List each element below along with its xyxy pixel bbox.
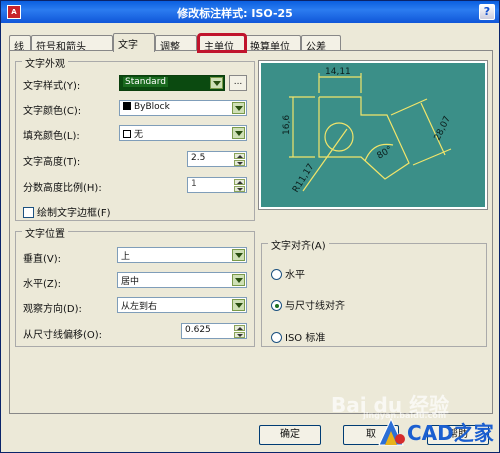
- text-appearance-legend: 文字外观: [22, 55, 68, 70]
- text-height-label: 文字高度(T):: [23, 157, 81, 168]
- text-alignment-legend: 文字对齐(A): [268, 237, 329, 252]
- text-color-label: 文字颜色(C):: [23, 106, 82, 117]
- empty-swatch-icon: [123, 130, 131, 138]
- offset-spinner[interactable]: 0.625: [181, 323, 247, 339]
- dim-top-text: 14,11: [325, 67, 351, 77]
- view-direction-select[interactable]: 从左到右: [117, 297, 247, 313]
- vertical-select[interactable]: 上: [117, 247, 247, 263]
- part-outline: [318, 96, 410, 180]
- fill-color-select[interactable]: 无: [119, 125, 247, 141]
- fill-color-label: 填充颜色(L):: [23, 131, 80, 142]
- horizontal-value: 居中: [121, 277, 140, 287]
- offset-value: 0.625: [185, 325, 211, 335]
- chevron-down-icon: [232, 127, 245, 139]
- align-horizontal-label: 水平: [285, 270, 305, 281]
- align-iso-radio[interactable]: ISO 标准: [271, 329, 325, 344]
- tab-text[interactable]: 文字: [113, 33, 155, 52]
- draw-frame-label: 绘制文字边框(F): [37, 208, 111, 219]
- chevron-down-icon: [232, 274, 245, 286]
- text-placement-legend: 文字位置: [22, 225, 68, 240]
- window-title: 修改标注样式: ISO-25: [177, 7, 293, 20]
- color-swatch-icon: [123, 102, 131, 110]
- text-style-select[interactable]: Standard: [119, 75, 225, 91]
- text-style-label: 文字样式(Y):: [23, 81, 81, 92]
- spin-up-icon[interactable]: [234, 179, 245, 185]
- align-with-line-radio[interactable]: 与尺寸线对齐: [271, 297, 345, 312]
- ok-button[interactable]: 确定: [259, 425, 321, 445]
- align-with-line-label: 与尺寸线对齐: [285, 301, 345, 312]
- chevron-down-icon: [210, 77, 223, 89]
- offset-label: 从尺寸线偏移(O):: [23, 330, 103, 341]
- spin-down-icon[interactable]: [234, 186, 245, 192]
- checkbox-box-icon: [23, 207, 34, 218]
- spin-down-icon[interactable]: [234, 332, 245, 338]
- dimension-preview: 14,11 16,6 28,07 80° R11,17: [258, 60, 488, 210]
- fraction-height-label: 分数高度比例(H):: [23, 183, 102, 194]
- radio-off-icon: [271, 269, 282, 280]
- chevron-down-icon: [232, 299, 245, 311]
- radio-on-icon: [271, 300, 282, 311]
- horizontal-select[interactable]: 居中: [117, 272, 247, 288]
- title-help-button[interactable]: ?: [479, 4, 495, 20]
- text-height-value: 2.5: [191, 153, 206, 163]
- dim-right-text: 28,07: [433, 115, 453, 143]
- dim-left-text: 16,6: [282, 115, 292, 135]
- dim-angle-text: 80°: [376, 145, 395, 162]
- text-style-value: Standard: [123, 77, 168, 87]
- radio-off-icon: [271, 332, 282, 343]
- tab-primary-units[interactable]: 主单位: [197, 33, 247, 53]
- align-horizontal-radio[interactable]: 水平: [271, 266, 305, 281]
- view-direction-label: 观察方向(D):: [23, 304, 82, 315]
- vertical-label: 垂直(V):: [23, 254, 62, 265]
- view-direction-value: 从左到右: [121, 302, 158, 312]
- title-bar[interactable]: A 修改标注样式: ISO-25 ?: [1, 1, 499, 23]
- tab-alternate-units[interactable]: 换算单位: [245, 35, 301, 53]
- dimension-style-dialog: A 修改标注样式: ISO-25 ? 线 符号和箭头 文字 调整 主单位 换算单…: [0, 0, 500, 453]
- tab-tolerances[interactable]: 公差: [301, 35, 341, 53]
- text-color-value: ByBlock: [134, 102, 170, 112]
- spin-up-icon[interactable]: [234, 325, 245, 331]
- text-color-select[interactable]: ByBlock: [119, 100, 247, 116]
- cad-logo-icon: [371, 415, 411, 447]
- vertical-value: 上: [121, 252, 131, 262]
- align-iso-label: ISO 标准: [285, 333, 326, 344]
- fraction-height-value: 1: [191, 179, 197, 189]
- text-height-spinner[interactable]: 2.5: [187, 151, 247, 167]
- chevron-down-icon: [232, 249, 245, 261]
- tab-lines[interactable]: 线: [9, 35, 31, 53]
- fraction-height-spinner[interactable]: 1: [187, 177, 247, 193]
- tab-symbols-arrows[interactable]: 符号和箭头: [31, 35, 113, 53]
- hole-circle: [324, 122, 354, 152]
- text-style-browse-button[interactable]: ...: [229, 75, 247, 91]
- fill-color-value: 无: [134, 130, 144, 140]
- horizontal-label: 水平(Z):: [23, 279, 62, 290]
- preview-drawing: 14,11 16,6 28,07 80° R11,17: [282, 67, 453, 195]
- spin-down-icon[interactable]: [234, 160, 245, 166]
- chevron-down-icon: [232, 102, 245, 114]
- spin-up-icon[interactable]: [234, 153, 245, 159]
- tab-fit[interactable]: 调整: [155, 35, 197, 53]
- draw-frame-checkbox[interactable]: 绘制文字边框(F): [23, 204, 111, 219]
- cad-watermark: CAD之家: [407, 421, 494, 445]
